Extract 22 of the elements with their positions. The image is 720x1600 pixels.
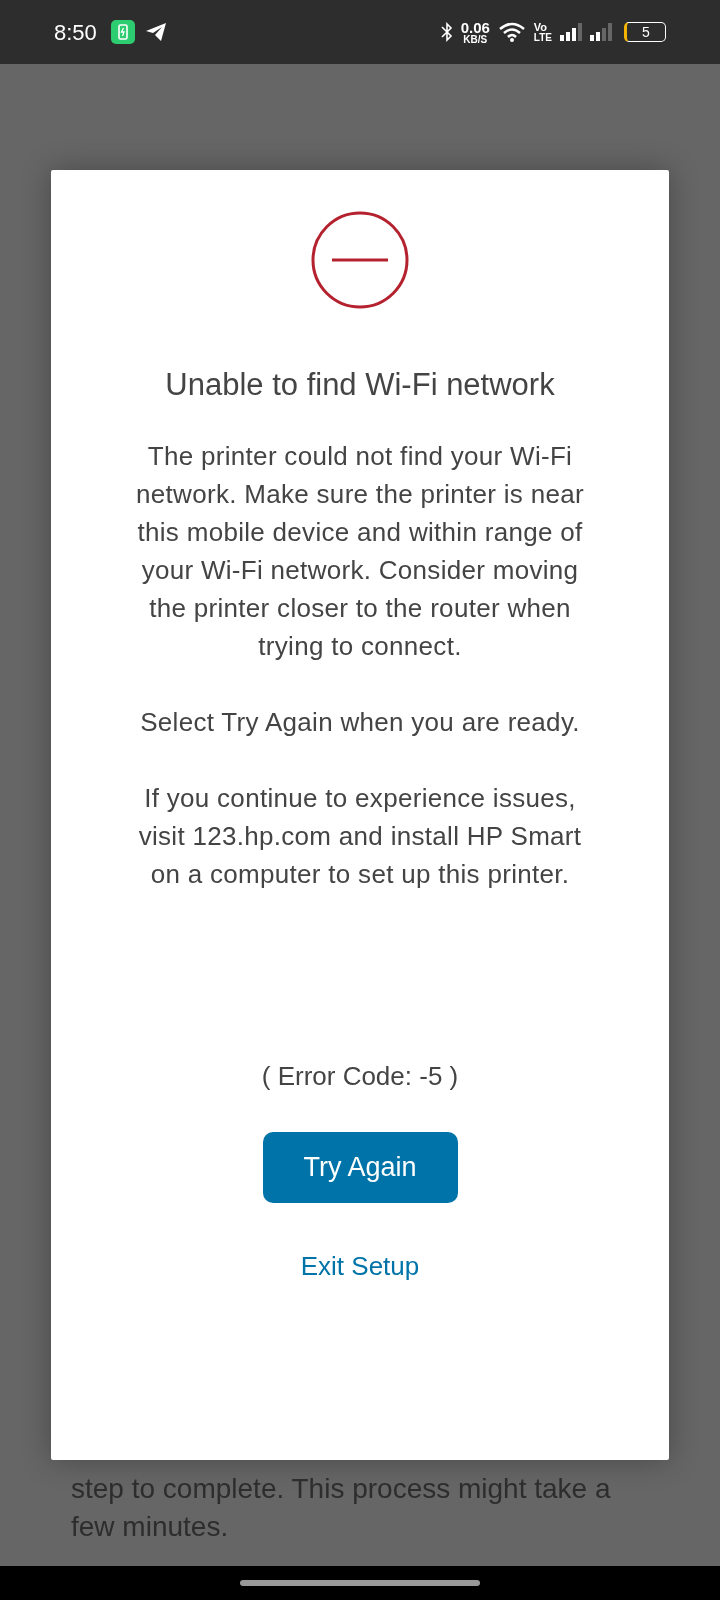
dialog-title: Unable to find Wi-Fi network bbox=[165, 366, 555, 404]
paper-plane-icon bbox=[144, 22, 167, 42]
exit-setup-link[interactable]: Exit Setup bbox=[300, 1246, 420, 1286]
background-instructions: step to complete. This process might take a few minutes. bbox=[71, 1472, 612, 1544]
dialog-message: If you continue to experience issues, visit 123.hp.com and install HP Smart on a computer to set up this printer. bbox=[137, 781, 583, 891]
home-handle[interactable] bbox=[240, 1580, 480, 1586]
wifi-icon bbox=[497, 21, 526, 43]
lte-label: LTE bbox=[533, 32, 552, 43]
status-time: 8:50 bbox=[54, 18, 97, 47]
battery-app-icon bbox=[110, 20, 135, 44]
battery-indicator: 5 bbox=[624, 22, 666, 42]
volte-label: Vo bbox=[533, 21, 549, 33]
bluetooth-icon bbox=[440, 22, 453, 42]
network-speed: 0.06 bbox=[460, 19, 490, 35]
error-icon bbox=[310, 210, 410, 310]
dialog-message: The printer could not find your Wi-Fi network. Make sure the printer is near this mobile device and within range of your Wi-Fi network. Consider moving the printer closer to the router when trying to connect. bbox=[135, 439, 585, 663]
dialog-message: Select Try Again when you are ready. bbox=[139, 705, 581, 739]
signal-icon bbox=[590, 22, 614, 42]
error-code: ( Error Code: -5 ) bbox=[261, 1059, 459, 1093]
network-speed-unit: KB/S bbox=[463, 34, 488, 45]
signal-icon bbox=[560, 22, 584, 42]
try-again-button[interactable]: Try Again bbox=[262, 1131, 458, 1203]
